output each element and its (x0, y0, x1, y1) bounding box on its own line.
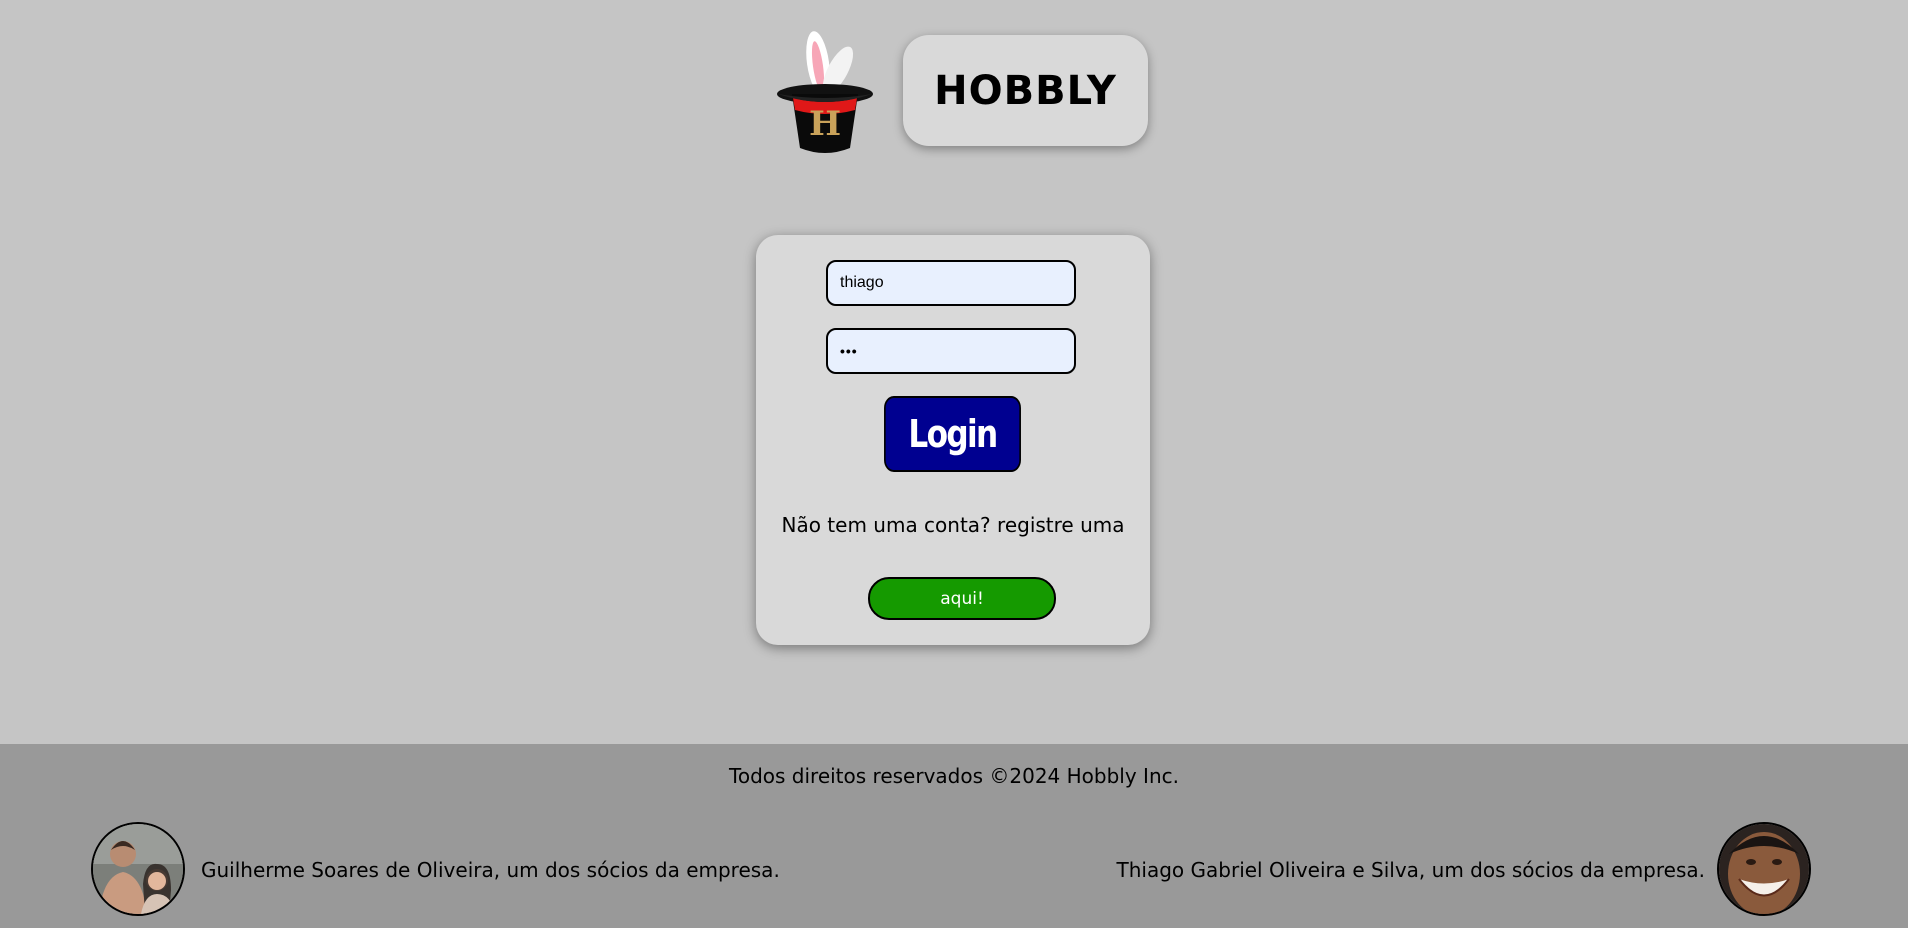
partner-text-right: Thiago Gabriel Oliveira e Silva, um dos … (1116, 858, 1705, 882)
partner-text-left: Guilherme Soares de Oliveira, um dos sóc… (201, 858, 780, 882)
username-field[interactable]: thiago (826, 260, 1076, 306)
page: H HOBBLY thiago ••• Login Não tem uma co… (0, 0, 1908, 928)
password-field[interactable]: ••• (826, 328, 1076, 374)
magic-hat-rabbit-icon: H (770, 28, 876, 156)
partner-avatar-right (1717, 822, 1811, 916)
login-button[interactable]: Login (884, 396, 1021, 472)
footer: Todos direitos reservados ©2024 Hobbly I… (0, 744, 1908, 928)
brand-title: HOBBLY (934, 67, 1117, 114)
brand-box: HOBBLY (903, 35, 1148, 146)
copyright-text: Todos direitos reservados ©2024 Hobbly I… (729, 764, 1179, 788)
login-card: thiago ••• Login Não tem uma conta? regi… (756, 235, 1150, 645)
logo-letter: H (808, 104, 842, 144)
register-prompt: Não tem uma conta? registre uma (781, 513, 1125, 537)
register-button[interactable]: aqui! (868, 577, 1056, 620)
partner-avatar-left (91, 822, 185, 916)
